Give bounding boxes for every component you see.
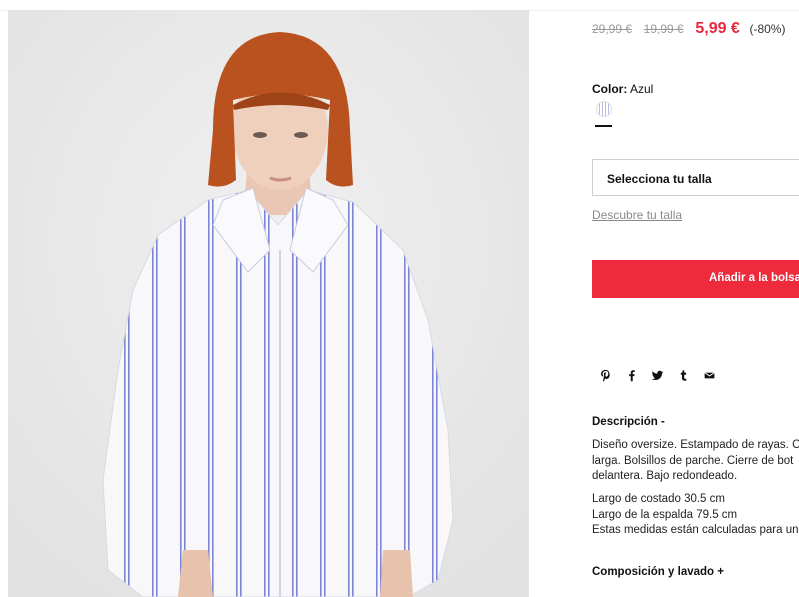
model-photo [8,10,529,597]
measurement-line: Estas medidas están calculadas para un [592,524,799,536]
color-label-row: Color: Azul [592,82,653,96]
facebook-icon[interactable] [618,369,644,387]
size-select[interactable]: Selecciona tu talla [592,159,799,196]
description-toggle[interactable]: Descripción - [592,416,665,428]
color-swatch-azul[interactable] [596,101,612,117]
tumblr-icon[interactable] [670,369,696,387]
measurement-line: Largo de costado 30.5 cm [592,493,725,505]
previous-price: 19,99 € [643,22,684,36]
measurements: Largo de costado 30.5 cm Largo de la esp… [592,492,798,539]
description-line: larga. Bolsillos de parche. Cierre de bo… [592,454,794,467]
original-price: 29,99 € [592,22,633,36]
swatch-selected-indicator [595,125,612,127]
email-icon[interactable] [696,369,722,387]
color-label: Color: [592,82,628,96]
pinterest-icon[interactable] [592,369,618,387]
add-to-bag-label: Añadir a la bolsa [709,272,799,284]
color-value: Azul [630,82,654,96]
sale-price: 5,99 € [695,20,740,37]
composition-toggle[interactable]: Composición y lavado + [592,566,724,578]
size-guide-link[interactable]: Descubre tu talla [592,208,682,222]
share-icons [592,369,722,387]
description-line: delantera. Bajo redondeado. [592,470,738,482]
add-to-bag-button[interactable]: Añadir a la bolsa [592,260,799,298]
twitter-icon[interactable] [644,369,670,387]
discount-badge: (-80%) [749,22,786,36]
measurement-line: Largo de la espalda 79.5 cm [592,508,738,521]
description-text: Diseño oversize. Estampado de rayas. C l… [592,438,799,485]
product-image[interactable] [8,10,529,597]
size-select-label: Selecciona tu talla [607,172,712,186]
price-row: 29,99 € 19,99 € 5,99 € (-80%) [592,20,785,38]
description-line: Diseño oversize. Estampado de rayas. C [592,439,799,451]
